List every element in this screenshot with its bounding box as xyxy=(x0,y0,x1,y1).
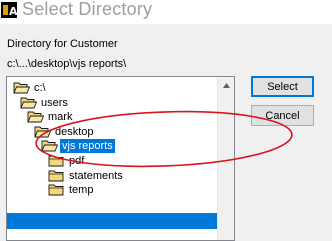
tree-node-label: c:\ xyxy=(34,82,46,94)
tree-node-statements[interactable]: statements xyxy=(48,168,125,184)
directory-label: Directory for Customer xyxy=(7,38,118,50)
tree-node-label: pdf xyxy=(69,155,85,167)
tree-node-label: desktop xyxy=(55,125,94,138)
tree-node-label: mark xyxy=(48,111,73,124)
tree-node-label: statements xyxy=(69,169,123,182)
svg-text:A: A xyxy=(9,5,17,18)
vertical-scrollbar[interactable] xyxy=(217,77,234,240)
select-button[interactable]: Select xyxy=(251,76,314,97)
cancel-button[interactable]: Cancel xyxy=(251,105,314,126)
tree-node-vjs-reports[interactable]: vjs reports xyxy=(41,138,115,154)
tree-node-c[interactable]: c:\ xyxy=(13,80,48,96)
tree-node-label: temp xyxy=(69,184,94,197)
tree-node-temp[interactable]: temp xyxy=(48,182,95,198)
tree-node-label: users xyxy=(41,96,68,109)
folder-closed-icon xyxy=(48,183,67,197)
folder-open-icon xyxy=(34,125,53,139)
app-icon: A xyxy=(1,2,17,18)
selection-highlight xyxy=(7,213,218,229)
tree-node-users[interactable]: users xyxy=(20,95,70,111)
folder-open-icon xyxy=(20,96,39,110)
folder-open-icon xyxy=(27,110,46,124)
folder-closed-icon xyxy=(48,154,67,168)
current-path: c:\...\desktop\vjs reports\ xyxy=(7,58,127,70)
directory-tree[interactable]: c:\ users mark desktop vjs reports pdf stateme… xyxy=(6,76,235,241)
folder-open-icon xyxy=(41,139,60,153)
tree-node-label: vjs reports xyxy=(60,139,115,154)
chevron-up-icon xyxy=(222,83,230,88)
tree-node-mark[interactable]: mark xyxy=(27,109,74,125)
tree-node-desktop[interactable]: desktop xyxy=(34,124,96,140)
folder-closed-icon xyxy=(48,169,67,183)
window-title: Select Directory xyxy=(22,0,153,19)
folder-open-icon xyxy=(13,81,32,95)
title-bar: A Select Directory xyxy=(0,0,332,24)
scroll-up-button[interactable] xyxy=(218,77,234,94)
tree-node-pdf[interactable]: pdf xyxy=(48,153,86,169)
